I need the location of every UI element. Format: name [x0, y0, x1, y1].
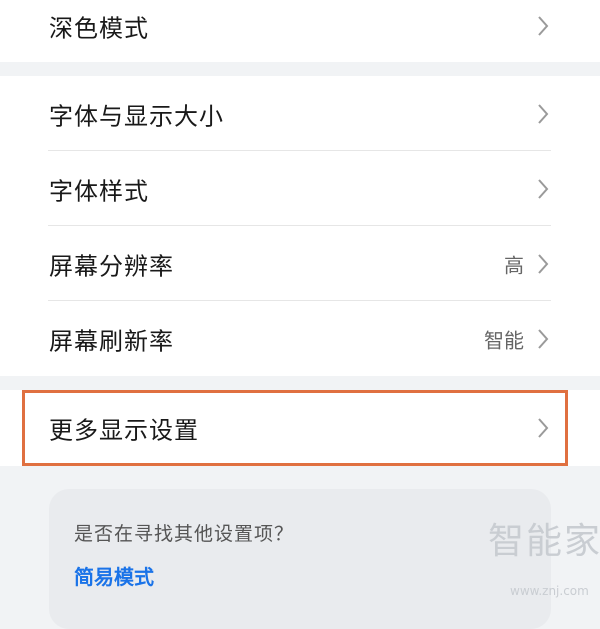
watermark-url: www.znj.com [510, 584, 589, 598]
settings-item-label: 屏幕刷新率 [49, 327, 174, 355]
settings-item-dark-mode[interactable]: 深色模式 [0, 0, 600, 63]
suggestion-card: 是否在寻找其他设置项？ 简易模式 [49, 489, 551, 629]
settings-item-label: 字体样式 [49, 177, 149, 205]
chevron-right-icon [538, 15, 549, 36]
settings-item-font-and-display-size[interactable]: 字体与显示大小 [0, 76, 600, 151]
watermark: 智能家 www.znj.com [480, 512, 600, 607]
suggestion-title: 是否在寻找其他设置项？ [74, 523, 295, 545]
settings-group-font-screen: 字体与显示大小 字体样式 屏幕分辨率 高 屏幕刷新率 智能 [0, 76, 600, 376]
settings-item-label: 更多显示设置 [49, 416, 199, 445]
settings-group-more: 更多显示设置 [0, 390, 600, 466]
chevron-right-icon [538, 328, 549, 349]
chevron-right-icon [538, 418, 549, 438]
settings-item-screen-resolution[interactable]: 屏幕分辨率 高 [0, 226, 600, 301]
settings-item-value: 高 [504, 253, 524, 277]
settings-item-label: 字体与显示大小 [49, 102, 224, 130]
settings-item-value: 智能 [484, 328, 524, 352]
chevron-right-icon [538, 103, 549, 124]
watermark-logo-text: 智能家 [488, 521, 600, 562]
settings-item-label: 深色模式 [49, 14, 149, 42]
settings-item-more-display-settings[interactable]: 更多显示设置 [0, 390, 600, 466]
settings-item-font-style[interactable]: 字体样式 [0, 151, 600, 226]
settings-item-screen-refresh-rate[interactable]: 屏幕刷新率 智能 [0, 301, 600, 376]
chevron-right-icon [538, 253, 549, 274]
suggestion-link-simple-mode[interactable]: 简易模式 [74, 561, 154, 590]
chevron-right-icon [538, 178, 549, 199]
settings-item-label: 屏幕分辨率 [49, 252, 174, 280]
settings-group-display-mode: 深色模式 [0, 0, 600, 62]
